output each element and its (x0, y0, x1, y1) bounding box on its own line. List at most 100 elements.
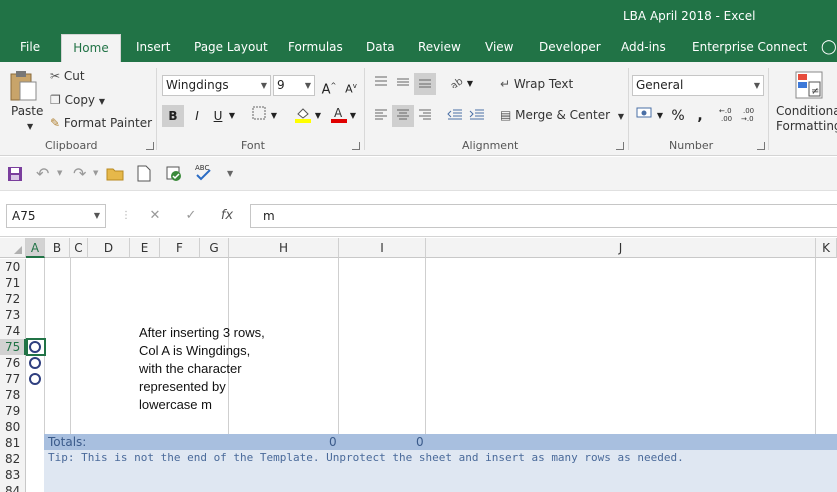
tab-home[interactable]: Home (61, 34, 121, 62)
tab-file[interactable]: File (16, 34, 44, 62)
formula-bar-menu-icon[interactable]: ⋮ (114, 204, 138, 228)
group-divider (156, 68, 157, 150)
bold-button[interactable]: B (162, 105, 184, 127)
enter-icon[interactable]: ✓ (179, 204, 203, 228)
row-header[interactable]: 73 (0, 307, 26, 323)
font-size-select[interactable]: 9 ▼ (273, 75, 315, 96)
open-folder-icon[interactable] (106, 166, 124, 184)
borders-dropdown-icon[interactable]: ▼ (268, 105, 280, 127)
comma-button[interactable]: , (689, 105, 711, 127)
column-header-i[interactable]: I (339, 238, 426, 258)
insert-function-icon[interactable]: fx (215, 204, 239, 228)
paste-dropdown-icon[interactable]: ▼ (27, 122, 33, 131)
scissors-icon: ✂ (50, 69, 61, 83)
column-header-e[interactable]: E (130, 238, 160, 258)
tab-data[interactable]: Data (362, 34, 399, 62)
row-header[interactable]: 74 (0, 323, 26, 339)
cancel-icon[interactable]: ✕ (143, 204, 167, 228)
increase-decimal-icon[interactable]: ←.0.00 (718, 105, 740, 127)
redo-dropdown-icon[interactable]: ▼ (93, 169, 98, 177)
column-header-k[interactable]: K (816, 238, 837, 258)
row-header[interactable]: 80 (0, 419, 26, 435)
number-format-select[interactable]: General ▼ (632, 75, 764, 96)
svg-text:A: A (334, 106, 343, 120)
undo-icon[interactable]: ↶ (36, 164, 49, 183)
tab-enterprise-connect[interactable]: Enterprise Connect (688, 34, 811, 62)
row-header[interactable]: 77 (0, 371, 26, 387)
decrease-decimal-icon[interactable]: .00 →.0 (740, 105, 762, 127)
new-file-icon[interactable] (137, 165, 151, 185)
format-painter-button[interactable]: ✎ Format Painter (50, 116, 152, 130)
align-right-icon[interactable] (414, 105, 436, 127)
underline-dropdown-icon[interactable]: ▼ (226, 105, 238, 127)
column-header-j[interactable]: J (426, 238, 816, 258)
align-left-icon[interactable] (370, 105, 392, 127)
tab-insert[interactable]: Insert (132, 34, 174, 62)
accounting-format-icon[interactable] (634, 105, 656, 127)
wrap-text-button[interactable]: ↵ Wrap Text (500, 77, 573, 91)
row-header[interactable]: 76 (0, 355, 26, 371)
row-header[interactable]: 72 (0, 291, 26, 307)
column-header-a[interactable]: A (26, 238, 45, 258)
row-header-selected[interactable]: 75 (0, 339, 26, 355)
conditional-formatting-icon[interactable]: ≠ (794, 70, 824, 103)
number-launcher-icon[interactable] (757, 142, 765, 150)
fill-color-dropdown-icon[interactable]: ▼ (312, 105, 324, 127)
font-name-select[interactable]: Wingdings ▼ (162, 75, 271, 96)
formula-input[interactable]: m (250, 204, 837, 228)
row-header[interactable]: 81 (0, 435, 26, 451)
column-header-g[interactable]: G (200, 238, 229, 258)
accounting-dropdown-icon[interactable]: ▼ (654, 105, 666, 127)
spelling-icon[interactable]: ABC (194, 162, 214, 185)
align-bottom-icon[interactable] (414, 73, 436, 95)
column-header-h[interactable]: H (229, 238, 339, 258)
row-header[interactable]: 70 (0, 259, 26, 275)
tab-review[interactable]: Review (414, 34, 465, 62)
row-header[interactable]: 78 (0, 387, 26, 403)
copy-button[interactable]: ❐ Copy ▼ (50, 93, 105, 107)
tab-add-ins[interactable]: Add-ins (617, 34, 670, 62)
name-box[interactable]: A75 ▼ (6, 204, 106, 228)
column-header-c[interactable]: C (70, 238, 88, 258)
italic-button[interactable]: I (186, 105, 208, 127)
redo-icon[interactable]: ↷ (73, 164, 86, 183)
row-header[interactable]: 82 (0, 451, 26, 467)
paste-icon[interactable] (8, 68, 40, 102)
percent-button[interactable]: % (667, 105, 689, 127)
borders-icon[interactable] (248, 105, 270, 127)
row-header[interactable]: 71 (0, 275, 26, 291)
column-header-d[interactable]: D (88, 238, 130, 258)
cut-button[interactable]: ✂ Cut (50, 69, 85, 83)
column-header-b[interactable]: B (45, 238, 70, 258)
tab-view[interactable]: View (481, 34, 517, 62)
alignment-launcher-icon[interactable] (616, 142, 624, 150)
font-color-dropdown-icon[interactable]: ▼ (347, 105, 359, 127)
paste-button[interactable]: Paste (11, 104, 43, 118)
tab-developer[interactable]: Developer (535, 34, 605, 62)
tab-page-layout[interactable]: Page Layout (190, 34, 272, 62)
align-middle-icon[interactable] (392, 73, 414, 95)
increase-font-icon[interactable]: A^ (318, 75, 340, 97)
font-launcher-icon[interactable] (352, 142, 360, 150)
print-preview-icon[interactable] (165, 165, 183, 186)
undo-dropdown-icon[interactable]: ▼ (57, 169, 62, 177)
increase-indent-icon[interactable] (466, 105, 488, 127)
align-center-icon[interactable] (392, 105, 414, 127)
conditional-formatting-button[interactable]: Conditional Formatting (776, 104, 837, 134)
save-icon[interactable] (7, 166, 23, 185)
align-top-icon[interactable] (370, 73, 392, 95)
decrease-indent-icon[interactable] (444, 105, 466, 127)
tab-formulas[interactable]: Formulas (284, 34, 347, 62)
decrease-font-icon[interactable]: Av (340, 75, 362, 97)
select-all-corner[interactable] (0, 238, 26, 258)
merge-center-button[interactable]: ▤ Merge & Center ▼ (500, 108, 624, 122)
row-header[interactable]: 84 (0, 483, 26, 492)
lightbulb-icon[interactable]: ◯ (817, 34, 837, 62)
customize-qat-icon[interactable]: ▼ (227, 169, 233, 178)
orientation-dropdown-icon[interactable]: ▼ (464, 73, 476, 95)
row-header[interactable]: 79 (0, 403, 26, 419)
column-header-f[interactable]: F (160, 238, 200, 258)
fill-color-icon[interactable] (292, 105, 314, 127)
row-header[interactable]: 83 (0, 467, 26, 483)
clipboard-launcher-icon[interactable] (146, 142, 154, 150)
